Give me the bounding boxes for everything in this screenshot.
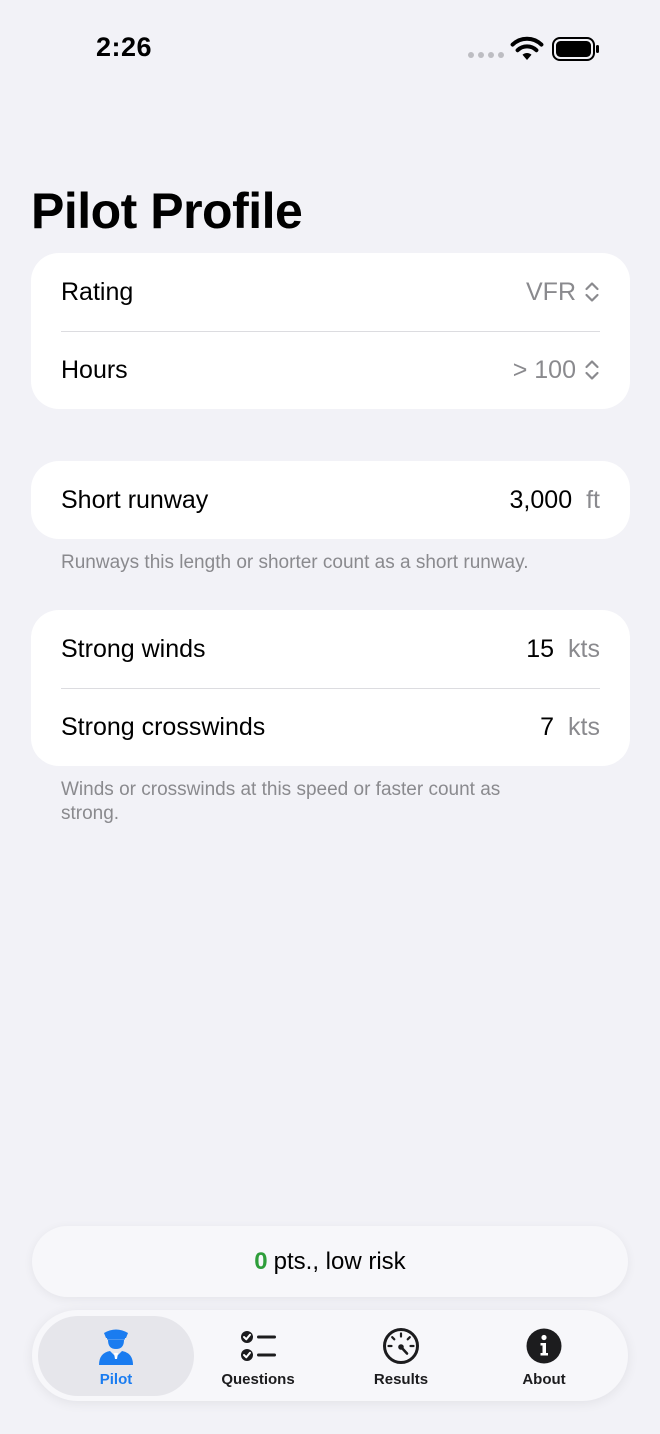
- tab-questions-label: Questions: [221, 1371, 295, 1388]
- hours-picker[interactable]: > 100: [513, 356, 600, 385]
- tab-about[interactable]: About: [469, 1316, 619, 1396]
- strong-winds-unit: kts: [568, 634, 600, 663]
- short-runway-unit: ft: [586, 485, 600, 514]
- risk-summary[interactable]: 0 pts., low risk: [32, 1226, 628, 1297]
- strong-crosswinds-field[interactable]: 7 kts: [540, 713, 600, 742]
- cellular-signal-icon: [468, 52, 504, 58]
- tab-questions[interactable]: Questions: [183, 1316, 333, 1396]
- rating-value: VFR: [526, 277, 576, 306]
- strong-crosswinds-value[interactable]: 7: [540, 713, 554, 742]
- tab-pilot[interactable]: Pilot: [38, 1316, 194, 1396]
- strong-crosswinds-row[interactable]: Strong crosswinds 7 kts: [31, 688, 630, 766]
- wifi-icon: [510, 36, 544, 60]
- short-runway-field[interactable]: 3,000 ft: [510, 486, 600, 515]
- hours-row[interactable]: Hours > 100: [31, 331, 630, 409]
- tab-results[interactable]: Results: [326, 1316, 476, 1396]
- battery-icon: [552, 37, 599, 61]
- short-runway-label: Short runway: [61, 485, 209, 514]
- rating-label: Rating: [61, 277, 134, 306]
- screen: 2:26 Pilot Profile Rating VFR Hours > 10…: [0, 0, 660, 1434]
- info-icon: [526, 1328, 562, 1364]
- tab-bar: Pilot Questions Results About: [32, 1310, 628, 1401]
- short-runway-row[interactable]: Short runway 3,000 ft: [31, 461, 630, 539]
- profile-card: Rating VFR Hours > 100: [31, 253, 630, 409]
- runway-footnote: Runways this length or shorter count as …: [61, 552, 529, 573]
- wind-card: Strong winds 15 kts Strong crosswinds 7 …: [31, 610, 630, 766]
- gauge-icon: [383, 1328, 419, 1364]
- strong-crosswinds-unit: kts: [568, 712, 600, 741]
- tab-results-label: Results: [373, 1371, 429, 1388]
- page-title: Pilot Profile: [31, 183, 303, 239]
- strong-winds-label: Strong winds: [61, 634, 206, 663]
- strong-winds-row[interactable]: Strong winds 15 kts: [31, 610, 630, 688]
- rating-picker[interactable]: VFR: [526, 278, 600, 307]
- tab-pilot-label: Pilot: [99, 1371, 133, 1388]
- strong-crosswinds-label: Strong crosswinds: [61, 712, 266, 741]
- tab-about-label: About: [522, 1371, 566, 1388]
- chevron-up-down-icon: [585, 360, 599, 380]
- rating-row[interactable]: Rating VFR: [31, 253, 630, 331]
- chevron-up-down-icon: [585, 282, 599, 302]
- hours-value: > 100: [512, 355, 576, 384]
- status-bar: 2:26: [0, 0, 660, 100]
- status-time: 2:26: [96, 32, 153, 62]
- risk-points: 0: [254, 1247, 268, 1275]
- risk-text: pts., low risk: [273, 1247, 406, 1275]
- wind-footnote: Winds or crosswinds at this speed or fas…: [61, 779, 501, 824]
- strong-winds-value[interactable]: 15: [526, 635, 554, 664]
- short-runway-value[interactable]: 3,000: [510, 486, 573, 515]
- pilot-icon: [99, 1329, 133, 1365]
- runway-card: Short runway 3,000 ft: [31, 461, 630, 539]
- checklist-icon: [241, 1331, 276, 1361]
- strong-winds-field[interactable]: 15 kts: [526, 635, 600, 664]
- hours-label: Hours: [61, 355, 128, 384]
